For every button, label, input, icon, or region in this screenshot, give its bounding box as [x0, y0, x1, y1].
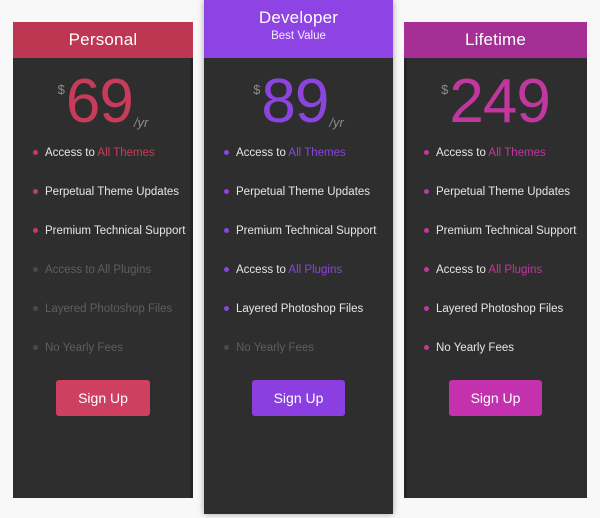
list-item: Perpetual Theme Updates: [224, 185, 393, 224]
feature-text: Premium Technical Support: [45, 225, 186, 237]
list-item: Premium Technical Support: [33, 224, 193, 263]
list-item: No Yearly Fees: [224, 341, 393, 380]
sign-up-button-personal[interactable]: Sign Up: [56, 380, 150, 416]
feature-list-developer: Access to All Themes Perpetual Theme Upd…: [204, 146, 393, 380]
plan-name: Lifetime: [464, 30, 527, 49]
feature-text: Perpetual Theme Updates: [45, 186, 180, 198]
bullet-icon: [424, 267, 429, 272]
bullet-icon: [224, 150, 229, 155]
feature-highlight: All Themes: [97, 147, 155, 159]
list-item: Premium Technical Support: [424, 224, 587, 263]
list-item: No Yearly Fees: [424, 341, 587, 380]
sign-up-button-lifetime[interactable]: Sign Up: [448, 380, 543, 416]
plan-name: Developer: [258, 8, 339, 27]
list-item: Layered Photoshop Files: [33, 302, 193, 341]
feature-text: Access to: [45, 147, 98, 159]
list-item: Layered Photoshop Files: [224, 302, 393, 341]
bullet-icon: [33, 150, 38, 155]
sign-up-button-developer[interactable]: Sign Up: [251, 380, 346, 416]
plan-price-personal: $69/yr: [13, 58, 193, 146]
bullet-icon: [424, 306, 429, 311]
feature-text: Access to: [436, 147, 489, 159]
plan-price-lifetime: $249: [404, 58, 587, 146]
feature-text: Layered Photoshop Files: [236, 303, 364, 315]
feature-text: Access to: [436, 264, 489, 276]
bullet-icon: [224, 228, 229, 233]
bullet-icon: [424, 345, 429, 350]
pricing-plan-developer[interactable]: Developer Best Value $89/yr Access to Al…: [204, 0, 393, 514]
feature-text: Perpetual Theme Updates: [436, 186, 571, 198]
price-amount: 249: [449, 67, 550, 136]
feature-text: Premium Technical Support: [436, 225, 577, 237]
list-item: Perpetual Theme Updates: [424, 185, 587, 224]
bullet-icon: [424, 189, 429, 194]
bullet-icon: [224, 345, 229, 350]
list-item: Perpetual Theme Updates: [33, 185, 193, 224]
plan-header-lifetime: Lifetime: [404, 22, 587, 58]
plan-subtitle: Best Value: [271, 30, 326, 42]
list-item: Layered Photoshop Files: [424, 302, 587, 341]
bullet-icon: [224, 189, 229, 194]
feature-highlight: All Themes: [488, 147, 546, 159]
feature-text: Perpetual Theme Updates: [236, 186, 371, 198]
bullet-icon: [33, 189, 38, 194]
price-amount: 89: [261, 67, 329, 136]
feature-text: Layered Photoshop Files: [436, 303, 564, 315]
feature-text: Access to: [236, 264, 289, 276]
bullet-icon: [33, 228, 38, 233]
price-currency: $: [441, 82, 449, 97]
bullet-icon: [33, 267, 38, 272]
bullet-icon: [33, 306, 38, 311]
list-item: No Yearly Fees: [33, 341, 193, 380]
feature-highlight: All Themes: [288, 147, 346, 159]
plan-price-developer: $89/yr: [204, 58, 393, 146]
feature-text: No Yearly Fees: [45, 342, 123, 354]
list-item: Access to All Plugins: [224, 263, 393, 302]
cta-wrap-personal: Sign Up: [13, 380, 193, 416]
feature-highlight: All Plugins: [97, 264, 152, 276]
feature-list-personal: Access to All Themes Perpetual Theme Upd…: [13, 146, 193, 380]
plan-name: Personal: [68, 30, 138, 49]
plan-header-personal: Personal: [13, 22, 193, 58]
list-item: Premium Technical Support: [224, 224, 393, 263]
bullet-icon: [424, 228, 429, 233]
price-currency: $: [57, 82, 65, 97]
feature-text: Premium Technical Support: [236, 225, 377, 237]
list-item: Access to All Themes: [224, 146, 393, 185]
pricing-plan-personal[interactable]: Personal $69/yr Access to All Themes Per…: [13, 22, 193, 498]
plan-header-developer: Developer Best Value: [204, 0, 393, 58]
price-period: /yr: [133, 115, 149, 130]
feature-text: No Yearly Fees: [236, 342, 314, 354]
feature-text: No Yearly Fees: [436, 342, 514, 354]
pricing-table: Personal $69/yr Access to All Themes Per…: [0, 0, 600, 518]
feature-text: Layered Photoshop Files: [45, 303, 173, 315]
list-item: Access to All Plugins: [33, 263, 193, 302]
bullet-icon: [424, 150, 429, 155]
cta-wrap-lifetime: Sign Up: [404, 380, 587, 416]
feature-highlight: All Plugins: [288, 264, 343, 276]
cta-wrap-developer: Sign Up: [204, 380, 393, 416]
bullet-icon: [33, 345, 38, 350]
price-amount: 69: [65, 67, 134, 136]
pricing-plan-lifetime[interactable]: Lifetime $249 Access to All Themes Perpe…: [404, 22, 587, 498]
bullet-icon: [224, 267, 229, 272]
price-period: /yr: [329, 115, 344, 130]
list-item: Access to All Plugins: [424, 263, 587, 302]
feature-text: Access to: [45, 264, 98, 276]
list-item: Access to All Themes: [33, 146, 193, 185]
feature-text: Access to: [236, 147, 289, 159]
bullet-icon: [224, 306, 229, 311]
price-currency: $: [253, 82, 261, 97]
list-item: Access to All Themes: [424, 146, 587, 185]
feature-list-lifetime: Access to All Themes Perpetual Theme Upd…: [404, 146, 587, 380]
feature-highlight: All Plugins: [488, 264, 543, 276]
